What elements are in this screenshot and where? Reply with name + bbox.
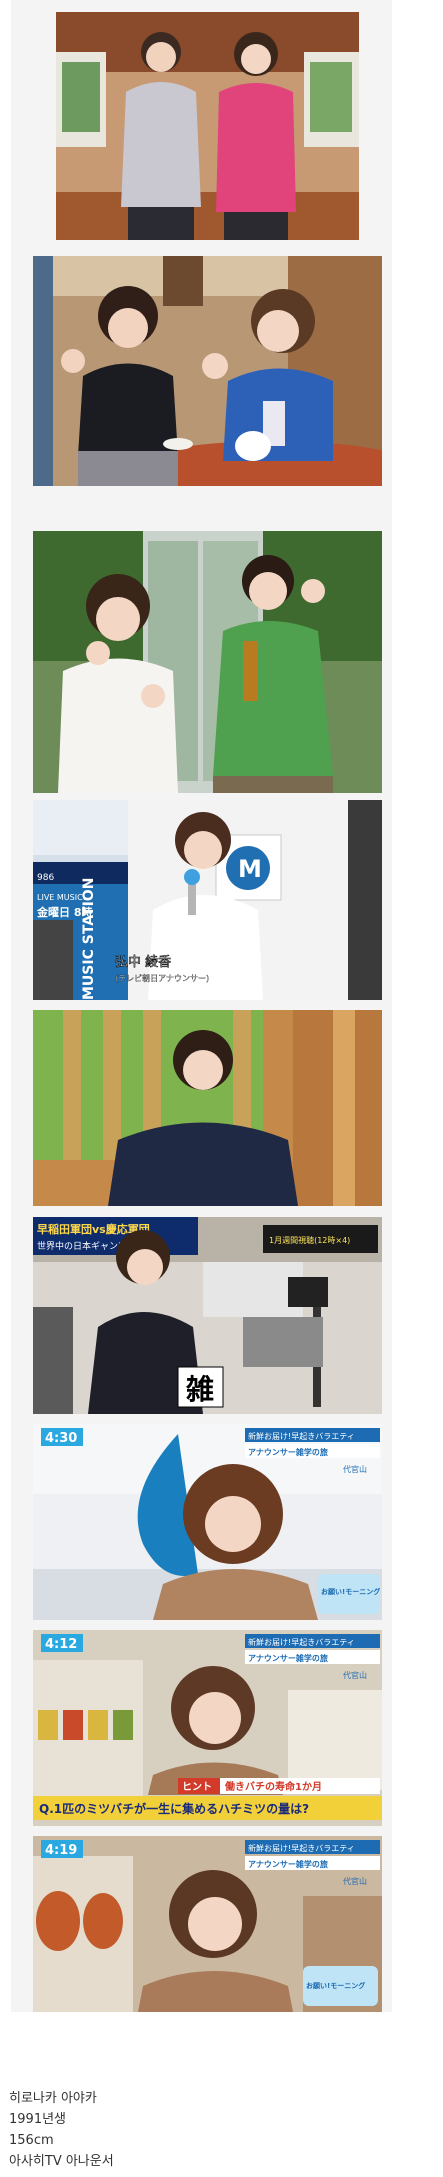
photo-2 [33, 256, 382, 486]
photo-9: 4:19 新鮮お届け!早起きバラエティ アナウンサー雑学の旅 代官山 お願い!モ… [33, 1836, 382, 2012]
screen-prefix-text: 986 [37, 873, 54, 883]
big-char: 雑 [185, 1373, 214, 1406]
photo-3 [33, 531, 382, 793]
clock: 4:19 [45, 1843, 77, 1858]
caption-height: 156cm [9, 2133, 54, 2148]
banner-2: アナウンサー雑学の旅 [248, 1859, 328, 1869]
profile-caption: 히로나카 아야카 1991년생 156cm 아사히TV 아나운서 [9, 2088, 429, 2172]
photo-6: 早稲田軍団vs慶応軍団 世界中の日本ギャンブル 1月週間視聴(12時×4) 雑 [33, 1217, 382, 1414]
photo-7: 4:30 新鮮お届け!早起きバラエティ アナウンサー雑学の旅 代官山 お願い!モ… [33, 1424, 382, 1620]
photo-8: 4:12 新鮮お届け!早起きバラエティ アナウンサー雑学の旅 代官山 ヒント 働… [33, 1630, 382, 1826]
screen-show-text: MUSIC STATION [81, 878, 97, 1000]
caption-birth-year: 1991년생 [9, 2112, 67, 2127]
screen-live-text: LIVE MUSIC! [37, 893, 86, 902]
right-banner: 1月週間視聴(12時×4) [269, 1235, 350, 1245]
caption-name: 히로나카 아야카 [9, 2091, 97, 2106]
photo-5 [33, 1010, 382, 1206]
photo-4: 986 LIVE MUSIC! 金曜日 8時 MUSIC STATION M 弘… [33, 800, 382, 1000]
place-label: 代官山 [343, 1876, 367, 1886]
hint-text: 働きバチの寿命1か月 [224, 1780, 322, 1793]
banner-1: 新鮮お届け!早起きバラエティ [248, 1843, 355, 1853]
clock: 4:30 [45, 1431, 77, 1446]
banner-2: アナウンサー雑学の旅 [248, 1653, 328, 1663]
hint-label: ヒント [182, 1781, 212, 1793]
banner-1: 新鮮お届け!早起きバラエティ [248, 1431, 355, 1441]
clock: 4:12 [45, 1637, 77, 1652]
show-logo: お願い!モーニング [321, 1587, 380, 1596]
name-caption: 弘中 綾香 [115, 954, 171, 970]
show-logo: お願い!モーニング [306, 1981, 365, 1990]
svg-text:M: M [238, 855, 262, 883]
place-label: 代官山 [343, 1670, 367, 1680]
place-label: 代官山 [343, 1464, 367, 1474]
photo-1 [56, 12, 359, 240]
quiz-question: Q.1匹のミツバチが一生に集めるハチミツの量は? [39, 1801, 309, 1816]
banner-2: アナウンサー雑学の旅 [248, 1447, 328, 1457]
banner-1: 新鮮お届け!早起きバラエティ [248, 1637, 355, 1647]
caption-job: 아사히TV 아나운서 [9, 2154, 114, 2169]
name-sub-caption: (テレビ朝日アナウンサー) [115, 974, 209, 983]
